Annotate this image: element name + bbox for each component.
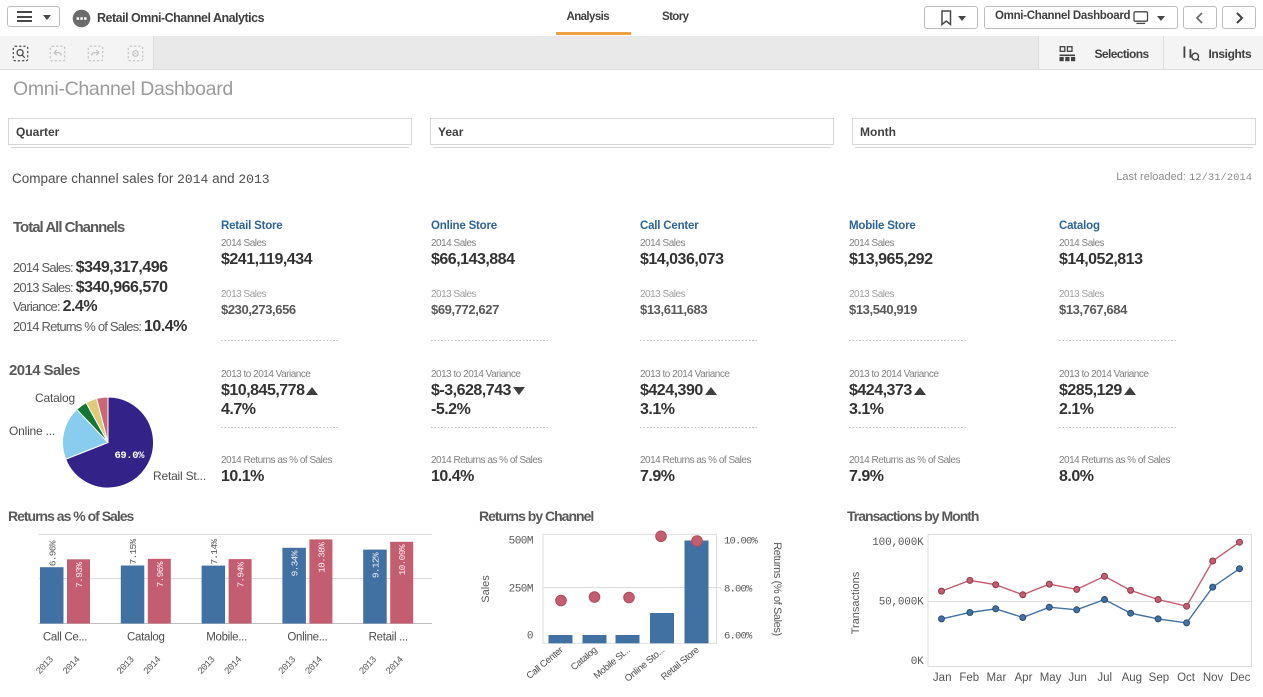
svg-text:2013: 2013 xyxy=(34,654,56,677)
svg-text:7.94%: 7.94% xyxy=(236,562,247,588)
svg-text:Online...: Online... xyxy=(287,632,327,644)
svg-text:Retail ...: Retail ... xyxy=(369,632,408,644)
svg-text:10.38%: 10.38% xyxy=(316,542,327,573)
svg-text:2014: 2014 xyxy=(222,654,244,677)
svg-text:Feb: Feb xyxy=(959,672,979,684)
svg-text:Dec: Dec xyxy=(1230,672,1251,684)
svg-text:Call Center: Call Center xyxy=(524,645,565,682)
svg-text:Catalog: Catalog xyxy=(127,632,165,644)
svg-text:Jul: Jul xyxy=(1097,672,1112,684)
svg-text:0K: 0K xyxy=(911,656,924,668)
svg-text:2013: 2013 xyxy=(115,654,137,677)
svg-text:Call Ce...: Call Ce... xyxy=(43,632,87,644)
svg-text:2013: 2013 xyxy=(276,654,298,677)
svg-text:100,000K: 100,000K xyxy=(872,537,924,549)
svg-text:6.96%: 6.96% xyxy=(47,540,58,566)
svg-text:8.00%: 8.00% xyxy=(724,584,753,596)
svg-text:Retail Store: Retail Store xyxy=(659,645,701,683)
svg-text:6.00%: 6.00% xyxy=(724,631,753,643)
svg-text:500M: 500M xyxy=(509,536,533,548)
svg-text:7.96%: 7.96% xyxy=(155,561,166,587)
svg-text:250M: 250M xyxy=(509,584,533,596)
svg-text:Sep: Sep xyxy=(1149,672,1169,684)
svg-text:Sales: Sales xyxy=(480,575,492,603)
svg-text:2014: 2014 xyxy=(60,654,82,677)
svg-text:Catalog: Catalog xyxy=(569,645,600,673)
svg-text:Returns (% of Sales): Returns (% of Sales) xyxy=(771,542,783,635)
svg-text:Oct: Oct xyxy=(1177,672,1196,684)
svg-text:May: May xyxy=(1040,672,1062,684)
svg-text:10.00%: 10.00% xyxy=(724,536,759,548)
svg-text:Aug: Aug xyxy=(1122,672,1142,684)
svg-text:2014: 2014 xyxy=(384,654,406,677)
svg-text:Nov: Nov xyxy=(1203,672,1224,684)
svg-text:10.09%: 10.09% xyxy=(397,544,408,575)
svg-text:Mar: Mar xyxy=(986,672,1006,684)
svg-text:0: 0 xyxy=(527,631,533,643)
svg-text:2014: 2014 xyxy=(303,654,325,677)
svg-text:Apr: Apr xyxy=(1015,672,1033,684)
svg-text:7.93%: 7.93% xyxy=(74,562,85,588)
svg-text:2013: 2013 xyxy=(195,654,217,677)
svg-text:50,000K: 50,000K xyxy=(879,597,924,609)
svg-text:2013: 2013 xyxy=(357,654,379,677)
svg-text:Transactions: Transactions xyxy=(850,571,862,634)
svg-text:7.15%: 7.15% xyxy=(128,538,139,564)
svg-text:2014: 2014 xyxy=(141,654,163,677)
svg-text:9.34%: 9.34% xyxy=(290,550,301,576)
svg-text:Jan: Jan xyxy=(933,672,952,684)
svg-text:Jun: Jun xyxy=(1068,672,1087,684)
svg-text:7.14%: 7.14% xyxy=(209,539,220,565)
svg-text:Mobile...: Mobile... xyxy=(206,632,247,644)
svg-text:9.12%: 9.12% xyxy=(370,552,381,578)
